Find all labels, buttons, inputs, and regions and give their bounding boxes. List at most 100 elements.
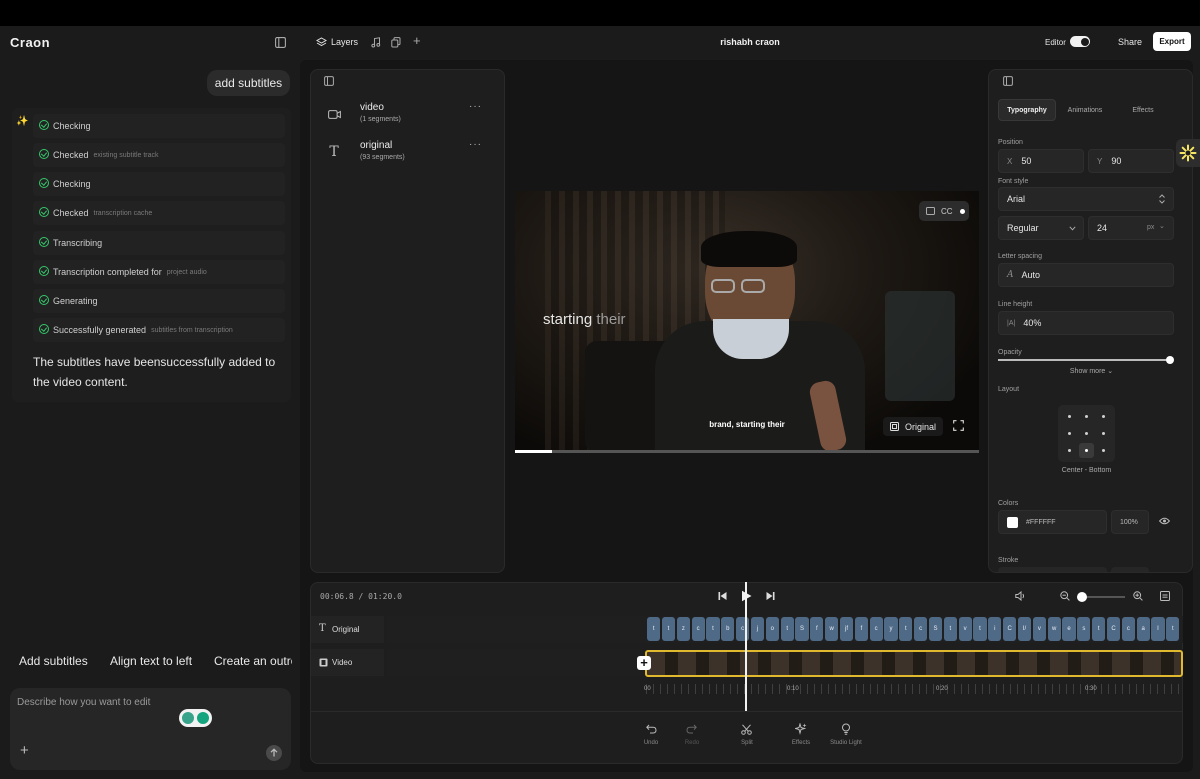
subtitle-clip[interactable]: i (988, 617, 1002, 641)
track-header-original[interactable]: T Original (311, 616, 384, 643)
subtitle-clip[interactable]: s (1077, 617, 1091, 641)
layer-item-original[interactable]: Toriginal (93 segments) ··· (318, 136, 498, 168)
subtitle-clip[interactable]: o (765, 617, 779, 641)
redo-label[interactable]: Redo (672, 740, 712, 746)
subtitle-clip[interactable]: e (1062, 617, 1076, 641)
subtitle-clip[interactable]: c (914, 617, 928, 641)
cc-toggle[interactable]: CC (919, 201, 969, 221)
font-weight-select[interactable]: Regular (998, 216, 1084, 240)
subtitle-clip[interactable]: S (795, 617, 809, 641)
fullscreen-icon[interactable] (953, 420, 964, 431)
color-hex-input[interactable]: #FFFFFF (998, 510, 1107, 534)
y-value[interactable]: 90 (1111, 156, 1121, 166)
copy-icon[interactable] (391, 37, 401, 48)
subtitle-clip[interactable]: jf (839, 617, 854, 641)
prompt-input-box[interactable]: Describe how you want to edit + (10, 688, 291, 770)
split-label[interactable]: Split (727, 740, 767, 746)
subtitle-clip[interactable]: z (676, 617, 690, 641)
original-toggle-button[interactable]: Original (883, 417, 943, 436)
volume-icon[interactable] (1015, 591, 1026, 601)
line-height-input[interactable]: |A| 40% (998, 311, 1174, 335)
overlay-text-starting[interactable]: starting (543, 311, 592, 328)
playback-progress-track[interactable] (515, 450, 979, 453)
subtitle-clip[interactable]: f (854, 617, 868, 641)
add-layer-icon[interactable]: + (413, 33, 421, 48)
subtitle-clip[interactable]: t (647, 617, 661, 641)
zoom-slider-knob[interactable] (1077, 592, 1087, 602)
video-preview[interactable]: starting their CC brand, starting their … (515, 191, 979, 453)
layout-anchor-grid[interactable] (1058, 405, 1115, 462)
inspector-toggle-icon[interactable] (1003, 76, 1013, 86)
subtitle-clip[interactable]: c (736, 617, 750, 641)
studio-light-icon[interactable] (841, 723, 851, 735)
show-more-button[interactable]: Show more ⌄ (989, 367, 1192, 375)
panel-toggle-icon[interactable] (324, 76, 334, 86)
unit-chevron-icon[interactable]: ⌄ (1159, 222, 1165, 230)
subtitle-clip[interactable]: c (869, 617, 883, 641)
floating-assistant-button[interactable] (1176, 139, 1200, 167)
music-note-icon[interactable] (371, 37, 381, 48)
effects-sparkle-icon[interactable] (795, 723, 807, 735)
zoom-in-icon[interactable] (1133, 591, 1143, 601)
subtitle-clip[interactable]: t (899, 617, 913, 641)
letter-spacing-value[interactable]: Auto (1022, 270, 1041, 280)
editor-toggle[interactable] (1070, 36, 1090, 47)
export-button[interactable]: Export (1153, 32, 1191, 51)
subtitle-clip[interactable]: t (780, 617, 794, 641)
color-opacity-input[interactable]: 100% (1111, 510, 1149, 534)
skip-forward-icon[interactable] (766, 591, 775, 601)
effects-label[interactable]: Effects (781, 740, 821, 746)
suggestion-create-outro[interactable]: Create an outro (214, 654, 292, 676)
layers-tab[interactable]: Layers (331, 37, 358, 47)
sidebar-toggle-icon[interactable] (275, 37, 286, 48)
subtitle-clip[interactable]: t (706, 617, 720, 641)
share-button[interactable]: Share (1118, 37, 1142, 47)
subtitle-clip[interactable]: c (691, 617, 705, 641)
color-hex-value[interactable]: #FFFFFF (1026, 519, 1056, 526)
studio-light-label[interactable]: Studio Light (826, 740, 866, 746)
more-options-icon[interactable]: ··· (469, 139, 482, 150)
subtitle-clip[interactable]: t (1166, 617, 1180, 641)
suggestion-align-text-left[interactable]: Align text to left (110, 654, 192, 676)
eye-icon[interactable] (1159, 517, 1170, 525)
position-y-input[interactable]: Y 90 (1088, 149, 1174, 173)
subtitle-clip[interactable]: S (928, 617, 943, 641)
subtitle-clip[interactable]: b (721, 617, 735, 641)
subtitle-clip[interactable]: I/ (1017, 617, 1032, 641)
send-button[interactable] (266, 745, 282, 761)
more-options-icon[interactable]: ··· (469, 101, 482, 112)
line-height-value[interactable]: 40% (1023, 318, 1041, 328)
stroke-width-input[interactable] (1111, 567, 1149, 572)
subtitle-clip[interactable]: C (1003, 617, 1017, 641)
zoom-out-icon[interactable] (1060, 591, 1070, 601)
prompt-placeholder[interactable]: Describe how you want to edit (17, 697, 150, 708)
subtitle-clip[interactable]: I (1151, 617, 1165, 641)
attach-plus-icon[interactable]: + (20, 742, 29, 759)
subtitle-clip[interactable]: y (884, 617, 898, 641)
font-size-value[interactable]: 24 (1097, 223, 1107, 233)
subtitle-clip[interactable]: t (943, 617, 957, 641)
grammarly-badge[interactable] (179, 709, 212, 727)
position-x-input[interactable]: X 50 (998, 149, 1084, 173)
skip-back-icon[interactable] (718, 591, 727, 601)
subtitle-clip[interactable]: c (1121, 617, 1135, 641)
scissors-icon[interactable] (741, 724, 752, 735)
font-size-input[interactable]: 24 px ⌄ (1088, 216, 1174, 240)
fit-timeline-icon[interactable] (1160, 591, 1170, 601)
video-clip-track[interactable] (645, 650, 1183, 677)
subtitle-clip[interactable]: t (973, 617, 987, 641)
playhead[interactable] (745, 582, 747, 711)
subtitle-clip[interactable]: a (1136, 617, 1150, 641)
tab-effects[interactable]: Effects (1114, 99, 1172, 121)
letter-spacing-input[interactable]: A Auto (998, 263, 1174, 287)
suggestion-add-subtitles[interactable]: Add subtitles (19, 654, 88, 676)
subtitle-clip[interactable]: w (1047, 617, 1061, 641)
subtitle-clip[interactable]: v (958, 617, 972, 641)
subtitle-clip[interactable]: C (1106, 617, 1121, 641)
redo-icon[interactable] (686, 724, 697, 734)
stroke-color-input[interactable] (998, 567, 1107, 572)
tab-typography[interactable]: Typography (998, 99, 1056, 121)
opacity-slider[interactable] (998, 356, 1174, 364)
zoom-slider[interactable] (1077, 592, 1125, 602)
subtitle-clip[interactable]: v (1032, 617, 1046, 641)
